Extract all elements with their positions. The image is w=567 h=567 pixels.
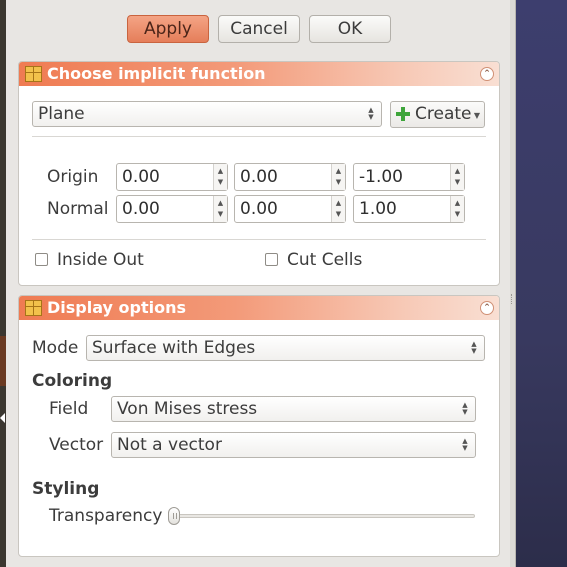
spin-arrows-icon[interactable]: ▲ ▼ xyxy=(450,164,464,190)
origin-y-field[interactable]: 0.00 ▲ ▼ xyxy=(234,163,346,191)
normal-x-field[interactable]: 0.00 ▲ ▼ xyxy=(116,195,228,223)
field-label: Field xyxy=(49,399,89,419)
spin-arrows-icon[interactable]: ▲ ▼ xyxy=(213,196,227,222)
origin-label: Origin xyxy=(47,167,99,187)
inside-out-label[interactable]: Inside Out xyxy=(57,250,144,270)
plus-icon xyxy=(395,106,411,122)
updown-arrows-icon: ▲ ▼ xyxy=(368,106,374,121)
mode-value: Surface with Edges xyxy=(92,338,256,358)
cut-cells-checkbox[interactable] xyxy=(265,253,278,266)
vector-label: Vector xyxy=(49,435,104,455)
normal-z-value: 1.00 xyxy=(359,199,397,219)
expand-arrow-icon[interactable] xyxy=(0,413,5,423)
vector-value: Not a vector xyxy=(117,435,222,455)
spin-arrows-icon[interactable]: ▲ ▼ xyxy=(213,164,227,190)
normal-y-value: 0.00 xyxy=(240,199,278,219)
ok-button[interactable]: OK xyxy=(309,15,391,43)
spin-arrows-icon[interactable]: ▲ ▼ xyxy=(331,196,345,222)
updown-arrows-icon: ▲ ▼ xyxy=(462,437,468,452)
divider xyxy=(32,239,486,240)
cut-cells-label[interactable]: Cut Cells xyxy=(287,250,362,270)
divider xyxy=(32,136,486,137)
transparency-slider[interactable] xyxy=(174,514,475,518)
normal-label: Normal xyxy=(47,199,109,219)
implicit-function-title: Choose implicit function xyxy=(47,64,266,83)
apply-button[interactable]: Apply xyxy=(127,15,209,43)
dropdown-caret-icon: ▼ xyxy=(473,111,480,120)
styling-heading: Styling xyxy=(32,479,100,499)
normal-y-field[interactable]: 0.00 ▲ ▼ xyxy=(234,195,346,223)
splitter-grip-icon[interactable] xyxy=(511,294,514,304)
create-button[interactable]: Create ▼ xyxy=(390,101,485,128)
collapse-up-icon[interactable]: ⌃ xyxy=(480,301,494,315)
origin-z-field[interactable]: -1.00 ▲ ▼ xyxy=(353,163,465,191)
display-options-title: Display options xyxy=(47,298,187,317)
transparency-slider-handle[interactable] xyxy=(168,507,180,525)
updown-arrows-icon: ▲ ▼ xyxy=(462,401,468,416)
create-label: Create xyxy=(415,104,472,124)
normal-x-value: 0.00 xyxy=(122,199,160,219)
origin-y-value: 0.00 xyxy=(240,167,278,187)
implicit-function-header[interactable]: Choose implicit function ⌃ xyxy=(19,62,499,86)
function-type-select[interactable]: Plane ▲ ▼ xyxy=(32,101,382,127)
spin-arrows-icon[interactable]: ▲ ▼ xyxy=(331,164,345,190)
viewport-background xyxy=(516,0,567,567)
cancel-button[interactable]: Cancel xyxy=(218,15,300,43)
inside-out-checkbox[interactable] xyxy=(35,253,48,266)
mode-select[interactable]: Surface with Edges ▲ ▼ xyxy=(86,335,485,361)
display-options-header[interactable]: Display options ⌃ xyxy=(19,296,499,320)
spin-arrows-icon[interactable]: ▲ ▼ xyxy=(450,196,464,222)
box-grid-icon xyxy=(25,300,42,316)
transparency-label: Transparency xyxy=(49,506,163,526)
updown-arrows-icon: ▲ ▼ xyxy=(471,340,477,355)
vector-select[interactable]: Not a vector ▲ ▼ xyxy=(111,432,476,458)
collapse-up-icon[interactable]: ⌃ xyxy=(480,67,494,81)
normal-z-field[interactable]: 1.00 ▲ ▼ xyxy=(353,195,465,223)
box-grid-icon xyxy=(25,66,42,82)
function-type-value: Plane xyxy=(38,104,85,124)
origin-x-field[interactable]: 0.00 ▲ ▼ xyxy=(116,163,228,191)
field-select[interactable]: Von Mises stress ▲ ▼ xyxy=(111,396,476,422)
field-value: Von Mises stress xyxy=(117,399,258,419)
origin-z-value: -1.00 xyxy=(359,167,403,187)
mode-label: Mode xyxy=(32,338,79,358)
origin-x-value: 0.00 xyxy=(122,167,160,187)
coloring-heading: Coloring xyxy=(32,371,113,391)
